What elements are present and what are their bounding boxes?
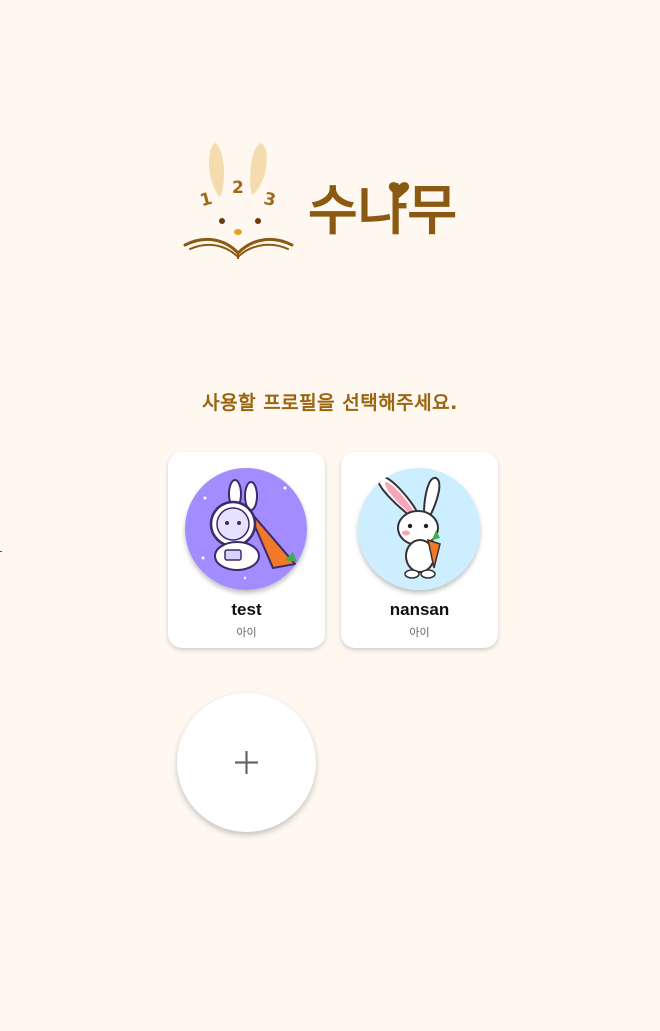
profile-select-screen: 1 2 3 수나무 사용할 프로필을 선택해주세요. test 아이 nansa… — [0, 0, 660, 1031]
profile-role: 아이 — [236, 626, 257, 639]
profile-card-nansan[interactable]: nansan 아이 — [341, 452, 498, 648]
logo-wordmark: 수나무 — [308, 179, 457, 242]
profile-avatar — [358, 468, 480, 590]
profile-name: nansan — [389, 600, 450, 619]
plus-icon — [235, 751, 258, 774]
add-profile-button[interactable] — [177, 693, 316, 832]
profile-role: 아이 — [409, 626, 430, 639]
app-logo: 1 2 3 수나무 — [180, 135, 490, 270]
select-profile-prompt: 사용할 프로필을 선택해주세요. — [202, 392, 458, 414]
rabbit-book-logo-icon: 1 2 3 수나무 — [183, 143, 457, 259]
logo-number-2: 2 — [232, 178, 244, 198]
profile-name: test — [231, 600, 262, 619]
rabbit-carrot-icon — [358, 468, 480, 590]
edge-mark — [0, 551, 2, 552]
profile-avatar — [185, 468, 307, 590]
astronaut-rabbit-icon — [185, 468, 307, 590]
logo-number-3: 3 — [262, 189, 278, 211]
profile-card-test[interactable]: test 아이 — [168, 452, 325, 648]
logo-number-1: 1 — [198, 189, 215, 211]
